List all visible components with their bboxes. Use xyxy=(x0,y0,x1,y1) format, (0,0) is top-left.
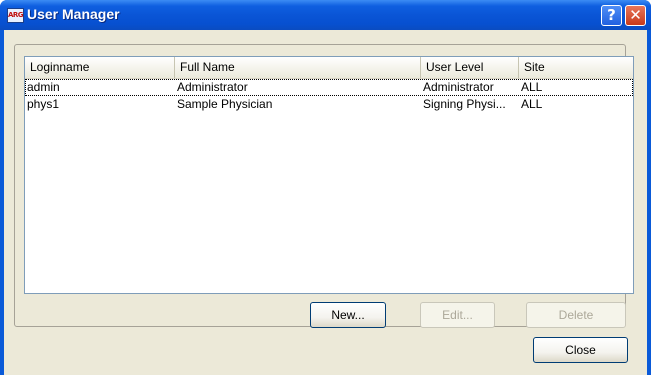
table-row[interactable]: phys1 Sample Physician Signing Physi... … xyxy=(25,96,633,113)
cell-user-level: Administrator xyxy=(423,80,494,94)
cell-site: ALL xyxy=(521,80,543,94)
new-user-button[interactable]: New... xyxy=(310,302,386,328)
close-icon[interactable]: ✕ xyxy=(625,5,646,26)
cell-user-level: Signing Physi... xyxy=(423,97,506,111)
list-header: Loginname Full Name User Level Site xyxy=(25,57,633,79)
users-list[interactable]: Loginname Full Name User Level Site admi… xyxy=(24,56,634,294)
window-title: User Manager xyxy=(27,6,120,22)
edit-user-button[interactable]: Edit... xyxy=(420,302,495,328)
title-bar[interactable]: ARG User Manager ? ✕ xyxy=(0,0,651,30)
column-header-user-level[interactable]: User Level xyxy=(421,57,519,78)
delete-user-button[interactable]: Delete xyxy=(526,302,626,328)
dialog-client-area: Loginname Full Name User Level Site admi… xyxy=(4,30,647,375)
cell-loginname: phys1 xyxy=(27,97,60,111)
column-header-loginname[interactable]: Loginname xyxy=(25,57,175,78)
help-icon[interactable]: ? xyxy=(601,5,622,26)
cell-site: ALL xyxy=(521,97,543,111)
cell-loginname: admin xyxy=(27,80,60,94)
table-row[interactable]: admin Administrator Administrator ALL xyxy=(25,79,633,96)
column-header-site[interactable]: Site xyxy=(519,57,633,78)
cell-full-name: Administrator xyxy=(177,80,248,94)
cell-full-name: Sample Physician xyxy=(177,97,273,111)
user-manager-window: ARG User Manager ? ✕ Loginname Full Name… xyxy=(0,0,651,375)
users-groupbox: Loginname Full Name User Level Site admi… xyxy=(14,44,634,328)
arg-app-icon: ARG xyxy=(7,8,24,23)
close-button[interactable]: Close xyxy=(533,337,628,363)
column-header-full-name[interactable]: Full Name xyxy=(175,57,421,78)
